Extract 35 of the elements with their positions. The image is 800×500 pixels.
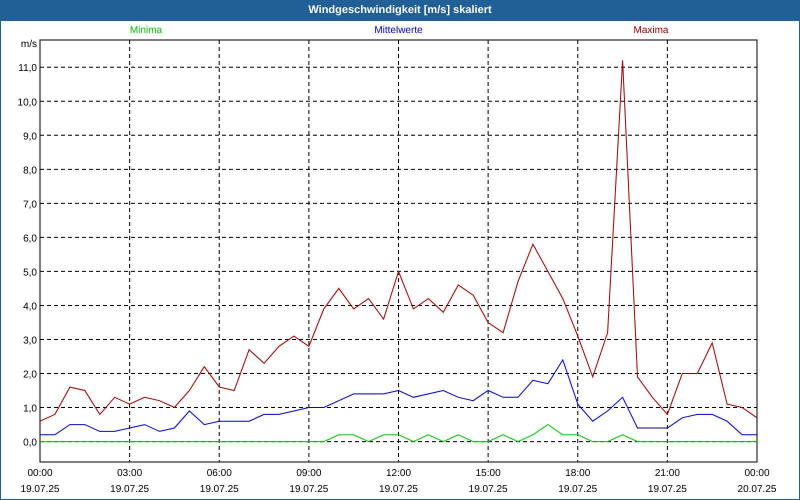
legend-label: Mittelwerte	[374, 25, 423, 36]
legend-label: Minima	[130, 25, 162, 36]
axis-tick-label: 6,0	[23, 233, 37, 244]
axis-tick-label: 12:00	[386, 468, 412, 479]
axis-tick-label: 9,0	[23, 131, 37, 142]
axis-tick-label: 18:00	[565, 468, 590, 479]
axis-tick-label: 03:00	[117, 468, 142, 479]
axis-tick-label: 19.07.25	[200, 484, 239, 495]
axis-tick-label: 11,0	[18, 63, 37, 74]
axis-tick-label: 5,0	[23, 267, 37, 278]
axis-tick-label: 19.07.25	[20, 484, 60, 495]
axis-tick-label: 19.07.25	[110, 484, 150, 495]
legend-label: Maxima	[634, 25, 668, 36]
axis-tick-label: 8,0	[23, 165, 37, 176]
axis-tick-label: 19.07.25	[648, 484, 687, 495]
axis-tick-label: 21:00	[654, 468, 680, 479]
axis-tick-label: 06:00	[206, 468, 232, 479]
axis-tick-label: 00:00	[744, 468, 770, 479]
axis-label: m/s	[20, 39, 37, 50]
axis-tick-label: 7,0	[23, 199, 37, 210]
axis-tick-label: 09:00	[296, 468, 322, 479]
axis-tick-label: 3,0	[23, 335, 37, 346]
axis-tick-label: 19.07.25	[379, 484, 418, 495]
window-title: Windgeschwindigkeit [m/s] skaliert	[307, 3, 493, 18]
axis-tick-label: 10,0	[18, 97, 37, 108]
axis-tick-label: 20.07.25	[738, 484, 776, 495]
axis-tick-label: 2,0	[23, 370, 37, 381]
axis-tick-label: 19.07.25	[558, 484, 598, 495]
axis-tick-label: 00:00	[27, 468, 53, 479]
axis-tick-label: 4,0	[23, 301, 37, 312]
axis-tick-label: 19.07.25	[289, 484, 328, 495]
axis-tick-label: 15:00	[476, 468, 501, 479]
axis-tick-label: 19.07.25	[468, 484, 508, 495]
axis-tick-label: 1,0	[23, 404, 37, 415]
axis-tick-label: 0,0	[23, 438, 37, 449]
